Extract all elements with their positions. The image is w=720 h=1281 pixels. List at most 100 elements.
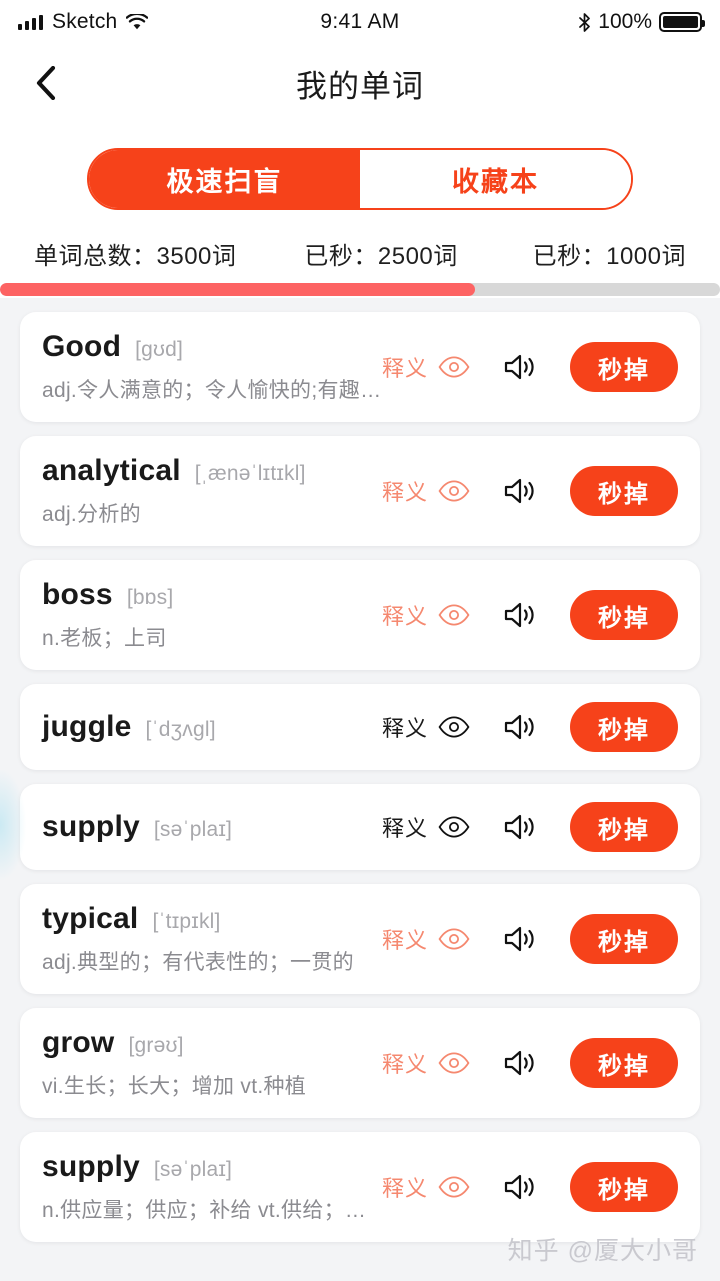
reveal-definition-button[interactable]: 释义 (382, 711, 486, 743)
word-text: Good (42, 330, 122, 363)
play-audio-button[interactable] (486, 1172, 556, 1202)
definition-text: n.老板；上司 (42, 627, 167, 650)
segmented-control: 极速扫盲 收藏本 (87, 148, 633, 210)
kill-word-button[interactable]: 秒掉 (570, 342, 678, 392)
word-card-actions: 释义 秒掉 (382, 702, 678, 752)
battery-full-icon (659, 12, 705, 32)
reveal-label: 释义 (382, 1176, 429, 1201)
progress-bar-fill (0, 283, 476, 296)
phonetic-text: [ˈtɪpɪkl] (152, 910, 221, 933)
word-row: grow [grəʊ] (42, 1026, 382, 1060)
word-card-content: analytical [ˌænəˈlɪtɪkl] adj.分析的 (42, 454, 382, 528)
word-card-content: juggle [ˈdʒʌgl] (42, 710, 382, 744)
word-text: supply (42, 810, 140, 843)
app-screen: Sketch 9:41 AM 100% 我的单词 极速扫盲 收藏本 单词总数：3… (0, 0, 720, 1281)
back-button[interactable] (12, 49, 80, 117)
word-card-actions: 释义 秒掉 (382, 342, 678, 392)
word-card-content: Good [gʊd] adj.令人满意的；令人愉快的;有趣的… (42, 330, 382, 404)
tabs-container: 极速扫盲 收藏本 (0, 122, 720, 236)
kill-word-button[interactable]: 秒掉 (570, 802, 678, 852)
word-card-analytical-1[interactable]: analytical [ˌænəˈlɪtɪkl] adj.分析的 释义 秒掉 (20, 436, 700, 546)
reveal-label: 释义 (382, 480, 429, 505)
kill-word-button[interactable]: 秒掉 (570, 466, 678, 516)
stats-row: 单词总数：3500词 已秒：2500词 已秒：1000词 (0, 236, 720, 283)
phonetic-text: [grəʊ] (128, 1034, 184, 1057)
speaker-icon (504, 924, 538, 954)
definition-text: adj.分析的 (42, 503, 141, 526)
reveal-definition-button[interactable]: 释义 (382, 923, 486, 955)
reveal-label: 释义 (382, 604, 429, 629)
reveal-definition-button[interactable]: 释义 (382, 351, 486, 383)
word-row: typical [ˈtɪpɪkl] (42, 902, 382, 936)
speaker-icon (504, 812, 538, 842)
play-audio-button[interactable] (486, 1048, 556, 1078)
eye-icon (438, 604, 470, 626)
speaker-icon (504, 352, 538, 382)
reveal-definition-button[interactable]: 释义 (382, 811, 486, 843)
play-audio-button[interactable] (486, 924, 556, 954)
word-card-content: supply [səˈplaɪ] n.供应量；供应；补给 vt.供给；提供 (42, 1150, 382, 1224)
chevron-left-icon (35, 65, 57, 101)
word-card-typical-5[interactable]: typical [ˈtɪpɪkl] adj.典型的；有代表性的；一贯的 释义 秒… (20, 884, 700, 994)
play-audio-button[interactable] (486, 712, 556, 742)
word-card-actions: 释义 秒掉 (382, 1038, 678, 1088)
word-card-actions: 释义 秒掉 (382, 466, 678, 516)
play-audio-button[interactable] (486, 812, 556, 842)
kill-word-button[interactable]: 秒掉 (570, 590, 678, 640)
speaker-icon (504, 600, 538, 630)
play-audio-button[interactable] (486, 352, 556, 382)
stat-total-words: 单词总数：3500词 (34, 243, 237, 270)
word-text: supply (42, 1150, 140, 1183)
speaker-icon (504, 1048, 538, 1078)
kill-word-button[interactable]: 秒掉 (570, 702, 678, 752)
word-row: Good [gʊd] (42, 330, 382, 364)
stats-block: 单词总数：3500词 已秒：2500词 已秒：1000词 (0, 236, 720, 298)
definition-text: vi.生长；长大；增加 vt.种植 (42, 1075, 307, 1098)
play-audio-button[interactable] (486, 476, 556, 506)
word-row: supply [səˈplaɪ] (42, 810, 382, 844)
play-audio-button[interactable] (486, 600, 556, 630)
word-card-content: supply [səˈplaɪ] (42, 810, 382, 844)
reveal-label: 释义 (382, 716, 429, 741)
word-text: analytical (42, 454, 181, 487)
kill-word-button[interactable]: 秒掉 (570, 1162, 678, 1212)
word-row: juggle [ˈdʒʌgl] (42, 710, 382, 744)
reveal-definition-button[interactable]: 释义 (382, 599, 486, 631)
phonetic-text: [bɒs] (126, 586, 174, 609)
word-card-actions: 释义 秒掉 (382, 590, 678, 640)
word-card-supply-4[interactable]: supply [səˈplaɪ] 释义 秒掉 (20, 784, 700, 870)
reveal-definition-button[interactable]: 释义 (382, 1171, 486, 1203)
tab-favorites[interactable]: 收藏本 (360, 150, 631, 208)
stat-remaining-words: 已秒：1000词 (532, 243, 686, 270)
eye-icon (438, 928, 470, 950)
word-card-supply-7[interactable]: supply [səˈplaɪ] n.供应量；供应；补给 vt.供给；提供 释义 (20, 1132, 700, 1242)
word-card-grow-6[interactable]: grow [grəʊ] vi.生长；长大；增加 vt.种植 释义 秒掉 (20, 1008, 700, 1118)
speaker-icon (504, 476, 538, 506)
reveal-definition-button[interactable]: 释义 (382, 1047, 486, 1079)
tab-speed-literacy[interactable]: 极速扫盲 (89, 150, 360, 208)
reveal-definition-button[interactable]: 释义 (382, 475, 486, 507)
phonetic-text: [gʊd] (135, 338, 184, 361)
word-card-actions: 释义 秒掉 (382, 1162, 678, 1212)
reveal-label: 释义 (382, 356, 429, 381)
definition-text: n.供应量；供应；补给 vt.供给；提供 (42, 1199, 382, 1222)
word-text: typical (42, 902, 139, 935)
status-bar-time: 9:41 AM (320, 10, 400, 33)
word-card-boss-2[interactable]: boss [bɒs] n.老板；上司 释义 秒掉 (20, 560, 700, 670)
word-text: grow (42, 1026, 115, 1059)
phonetic-text: [ˌænəˈlɪtɪkl] (194, 462, 306, 485)
speaker-icon (504, 1172, 538, 1202)
kill-word-button[interactable]: 秒掉 (570, 914, 678, 964)
eye-icon (438, 356, 470, 378)
word-card-actions: 释义 秒掉 (382, 802, 678, 852)
reveal-label: 释义 (382, 928, 429, 953)
reveal-label: 释义 (382, 816, 429, 841)
definition-text: adj.令人满意的；令人愉快的;有趣的… (42, 379, 382, 402)
kill-word-button[interactable]: 秒掉 (570, 1038, 678, 1088)
phonetic-text: [ˈdʒʌgl] (145, 718, 216, 741)
word-card-juggle-3[interactable]: juggle [ˈdʒʌgl] 释义 秒掉 (20, 684, 700, 770)
word-card-good-0[interactable]: Good [gʊd] adj.令人满意的；令人愉快的;有趣的… 释义 秒掉 (20, 312, 700, 422)
stat-done-words: 已秒：2500词 (304, 243, 458, 270)
eye-icon (438, 716, 470, 738)
word-text: juggle (42, 710, 132, 743)
